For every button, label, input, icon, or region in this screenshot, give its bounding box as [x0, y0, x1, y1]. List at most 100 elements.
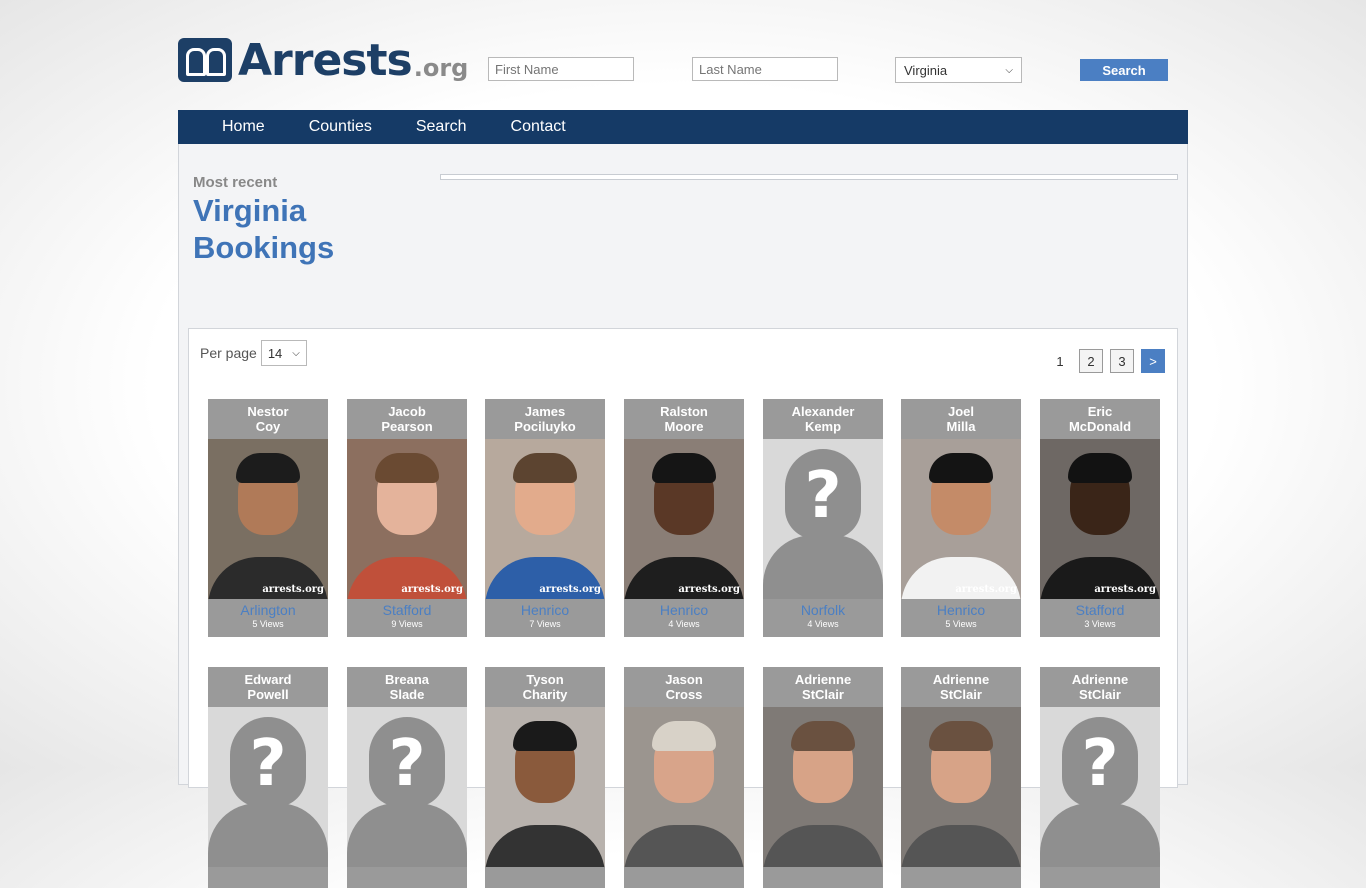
- shirt-shape: [901, 825, 1021, 867]
- last-name-input[interactable]: [692, 57, 838, 81]
- next-page-button[interactable]: >: [1141, 349, 1165, 373]
- mugshot-photo[interactable]: arrests.org: [624, 439, 744, 599]
- no-photo-placeholder[interactable]: ?: [347, 707, 467, 867]
- ad-banner: [440, 174, 1178, 180]
- booking-card[interactable]: Nestor Coy arrests.org Arlington 5 Views: [208, 399, 328, 637]
- booking-card[interactable]: Alexander Kemp? Norfolk 4 Views: [763, 399, 883, 637]
- mugshot-photo[interactable]: [901, 707, 1021, 867]
- card-name[interactable]: Alexander Kemp: [763, 399, 883, 439]
- card-county-link[interactable]: Stafford: [1040, 602, 1160, 618]
- card-name[interactable]: Ralston Moore: [624, 399, 744, 439]
- watermark: arrests.org: [401, 584, 463, 595]
- no-photo-placeholder[interactable]: ?: [1040, 707, 1160, 867]
- card-name[interactable]: Eric McDonald: [1040, 399, 1160, 439]
- card-last-name: Coy: [255, 419, 281, 434]
- watermark: arrests.org: [539, 584, 601, 595]
- state-select-value: Virginia: [904, 62, 948, 78]
- card-name[interactable]: Edward Powell: [208, 667, 328, 707]
- per-page-select[interactable]: 14 ⌵: [260, 340, 307, 366]
- card-name[interactable]: Breana Slade: [347, 667, 467, 707]
- per-page-control: Per page 14 ⌵: [200, 340, 307, 366]
- state-select[interactable]: Virginia ⌵: [895, 57, 1022, 83]
- watermark: arrests.org: [955, 584, 1017, 595]
- watermark: arrests.org: [678, 584, 740, 595]
- booking-card[interactable]: Adrienne StClair: [901, 667, 1021, 888]
- shirt-shape: [763, 825, 883, 867]
- booking-card[interactable]: Jacob Pearson arrests.org Stafford 9 Views: [347, 399, 467, 637]
- page-1-current: 1: [1056, 353, 1064, 369]
- hair-shape: [1068, 453, 1132, 483]
- mugshot-photo[interactable]: arrests.org: [208, 439, 328, 599]
- card-last-name: StClair: [940, 687, 982, 702]
- nav-contact[interactable]: Contact: [511, 118, 566, 136]
- booking-card[interactable]: Breana Slade?: [347, 667, 467, 888]
- card-county-link[interactable]: Norfolk: [763, 602, 883, 618]
- card-last-name: Cross: [665, 687, 703, 702]
- booking-card[interactable]: Jason Cross: [624, 667, 744, 888]
- booking-card[interactable]: Eric McDonald arrests.org Stafford 3 Views: [1040, 399, 1160, 637]
- silhouette-body: [1040, 803, 1160, 867]
- card-county-link[interactable]: Arlington: [208, 602, 328, 618]
- card-name[interactable]: Joel Milla: [901, 399, 1021, 439]
- booking-card[interactable]: Edward Powell?: [208, 667, 328, 888]
- chevron-down-icon: ⌵: [1005, 64, 1013, 76]
- mugshot-photo[interactable]: [624, 707, 744, 867]
- hair-shape: [513, 721, 577, 751]
- page-title: Virginia Bookings: [193, 192, 334, 266]
- card-views-count: [208, 870, 328, 888]
- card-name[interactable]: James Pociluyko: [485, 399, 605, 439]
- search-button[interactable]: Search: [1080, 59, 1168, 81]
- first-name-input[interactable]: [488, 57, 634, 81]
- card-name[interactable]: Adrienne StClair: [763, 667, 883, 707]
- card-name[interactable]: Tyson Charity: [485, 667, 605, 707]
- mugshot-photo[interactable]: [763, 707, 883, 867]
- card-county-link[interactable]: Henrico: [901, 602, 1021, 618]
- nav-counties[interactable]: Counties: [309, 118, 372, 136]
- booking-card[interactable]: Adrienne StClair: [763, 667, 883, 888]
- mugshot-photo[interactable]: arrests.org: [1040, 439, 1160, 599]
- card-views-count: [1040, 870, 1160, 888]
- card-views-count: 5 Views: [945, 619, 977, 629]
- booking-card[interactable]: Ralston Moore arrests.org Henrico 4 Views: [624, 399, 744, 637]
- chevron-down-icon: ⌵: [292, 347, 300, 359]
- card-name[interactable]: Jason Cross: [624, 667, 744, 707]
- booking-card[interactable]: James Pociluyko arrests.org Henrico 7 Views: [485, 399, 605, 637]
- card-first-name: Breana: [384, 672, 430, 687]
- card-name[interactable]: Jacob Pearson: [347, 399, 467, 439]
- page-3-link[interactable]: 3: [1110, 349, 1134, 373]
- silhouette-body: [763, 535, 883, 599]
- card-views-count: 4 Views: [668, 619, 700, 629]
- booking-card[interactable]: Adrienne StClair?: [1040, 667, 1160, 888]
- card-last-name: Slade: [389, 687, 425, 702]
- card-name[interactable]: Adrienne StClair: [901, 667, 1021, 707]
- pagination: 1 2 3 >: [1041, 349, 1165, 373]
- card-county-link[interactable]: Henrico: [485, 602, 605, 618]
- hair-shape: [652, 453, 716, 483]
- mugshot-photo[interactable]: arrests.org: [347, 439, 467, 599]
- nav-home[interactable]: Home: [222, 118, 265, 136]
- card-first-name: Nestor: [247, 404, 289, 419]
- logo-suffix: .org: [413, 54, 469, 82]
- booking-card[interactable]: Tyson Charity: [485, 667, 605, 888]
- card-views-count: 3 Views: [1084, 619, 1116, 629]
- page-2-link[interactable]: 2: [1079, 349, 1103, 373]
- watermark: arrests.org: [262, 584, 324, 595]
- card-first-name: Joel: [947, 404, 974, 419]
- mugshot-photo[interactable]: arrests.org: [901, 439, 1021, 599]
- mugshot-photo[interactable]: arrests.org: [485, 439, 605, 599]
- card-name[interactable]: Nestor Coy: [208, 399, 328, 439]
- no-photo-placeholder[interactable]: ?: [763, 439, 883, 599]
- card-name[interactable]: Adrienne StClair: [1040, 667, 1160, 707]
- card-county-link[interactable]: Henrico: [624, 602, 744, 618]
- card-first-name: Eric: [1087, 404, 1113, 419]
- card-last-name: Kemp: [804, 419, 842, 434]
- booking-card[interactable]: Joel Milla arrests.org Henrico 5 Views: [901, 399, 1021, 637]
- page-title-line2: Bookings: [193, 230, 335, 265]
- nav-search[interactable]: Search: [416, 118, 467, 136]
- mugshot-photo[interactable]: [485, 707, 605, 867]
- card-views-count: [901, 870, 1021, 888]
- no-photo-placeholder[interactable]: ?: [208, 707, 328, 867]
- site-header: Arrests .org Virginia ⌵ Search: [178, 34, 1188, 90]
- site-logo[interactable]: Arrests .org: [178, 35, 469, 86]
- card-county-link[interactable]: Stafford: [347, 602, 467, 618]
